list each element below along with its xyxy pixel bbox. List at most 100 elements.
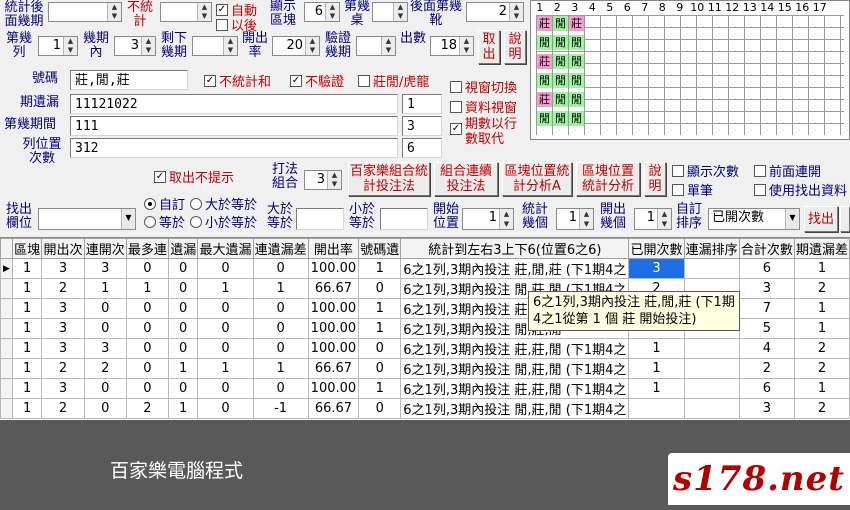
table-cell[interactable]: 1 (197, 278, 254, 299)
period-missing-num[interactable]: 1 (402, 94, 442, 114)
le-radio[interactable]: 小於等於 (190, 212, 257, 231)
column-header[interactable]: 統計到左右3上下6(位置6之6) (400, 238, 630, 259)
table-cell[interactable] (683, 258, 740, 279)
table-cell[interactable]: 0 (83, 298, 127, 319)
table-cell[interactable]: 1 (252, 358, 309, 379)
table-cell[interactable]: 2 (793, 358, 850, 379)
table-cell[interactable]: 3 (83, 338, 127, 359)
nth-period-input[interactable]: 111 (70, 116, 398, 136)
table-cell[interactable]: 7 (738, 298, 795, 319)
table-cell[interactable]: 6之1列,3期內投注 閒,莊,閒 (下1期4之 (400, 358, 630, 379)
column-header[interactable]: 開出率 (307, 238, 360, 259)
table-cell[interactable]: 2 (793, 398, 850, 419)
table-cell[interactable]: 0 (125, 358, 169, 379)
table-cell[interactable]: 6 (738, 258, 795, 279)
table-cell[interactable]: 0 (197, 398, 254, 419)
start-pos-spinner[interactable]: 1 ▲ ▼ (462, 208, 514, 230)
table-cell[interactable]: 3 (41, 318, 85, 339)
table-cell[interactable]: 0 (358, 338, 402, 359)
grid-cell[interactable]: 莊 (569, 16, 584, 31)
grid-cell[interactable]: 閒 (553, 92, 568, 107)
hide-prompt-checkbox[interactable]: ✓ 取出不提示 (154, 167, 234, 186)
table-cell[interactable]: 2 (41, 358, 85, 379)
table-row[interactable]: 1 3 3 0 0 0 0 100.00 0 6之1列,3期內投注 莊,莊,閒 (下1期4之 1 4 2 (0, 338, 850, 359)
table-cell[interactable]: 1 (358, 298, 402, 319)
table-cell[interactable]: 2 (738, 358, 795, 379)
table-row[interactable]: 1 3 0 0 0 0 0 100.00 1 6之1列,3期內投注 莊,莊,閒 (下1期4之 1 6 1 (0, 378, 850, 399)
table-row[interactable]: ▶ 1 3 3 0 0 0 0 100.00 1 6之1列,3期內投注 莊,閒,莊 (下1期4之 3 6… (0, 258, 850, 279)
table-cell[interactable]: 0 (252, 318, 309, 339)
column-header[interactable]: 連開次 (83, 238, 127, 259)
table-cell[interactable]: 1 (11, 298, 43, 319)
table-cell[interactable]: 0 (358, 278, 402, 299)
stat-after-periods-spinner[interactable]: ▲ ▼ (48, 2, 122, 22)
grid-cell[interactable]: 閒 (537, 35, 552, 50)
table-cell[interactable]: 1 (125, 278, 169, 299)
table-cell[interactable]: 1 (197, 358, 254, 379)
remaining-spinner[interactable]: ▲ ▼ (192, 36, 238, 56)
gt-eq-input[interactable] (296, 208, 344, 230)
grid-cell[interactable]: 閒 (537, 73, 552, 88)
grid-cell[interactable]: 閒 (553, 111, 568, 126)
column-header[interactable]: 開出次 (41, 238, 85, 259)
table-cell[interactable]: 2 (125, 398, 169, 419)
table-cell[interactable]: 0 (167, 278, 199, 299)
show-blocks-spinner[interactable]: 6 ▲ ▼ (304, 2, 340, 22)
table-cell[interactable]: 1 (793, 298, 850, 319)
use-find-checkbox[interactable]: 使用找出資料 (754, 180, 847, 199)
zhuang-xian-checkbox[interactable]: 莊閒/虎龍 (358, 71, 429, 90)
table-cell[interactable]: 1 (11, 338, 43, 359)
table-cell[interactable]: 3 (628, 258, 685, 279)
table-cell[interactable]: 1 (11, 258, 43, 279)
table-cell[interactable]: 6之1列,3期內投注 閒,莊,閒 (下1期4之 (400, 398, 630, 419)
col-pos-input[interactable]: 312 (70, 138, 398, 158)
column-header[interactable]: 區塊 (11, 238, 43, 259)
table-cell[interactable]: 1 (793, 378, 850, 399)
grid-cell[interactable]: 閒 (553, 35, 568, 50)
code-input[interactable]: 莊,閒,莊 (70, 70, 188, 90)
table-cell[interactable]: 0 (252, 298, 309, 319)
table-cell[interactable]: 3 (738, 278, 795, 299)
more-button[interactable] (840, 206, 850, 232)
combo-continuous-button[interactable]: 組合連續投注法 (434, 162, 498, 196)
nth-period-num[interactable]: 3 (402, 116, 442, 136)
table-cell[interactable]: 1 (793, 318, 850, 339)
table-cell[interactable]: 0 (83, 318, 127, 339)
grid-cell[interactable]: 閒 (553, 16, 568, 31)
find-button[interactable]: 找出 (804, 206, 838, 232)
open-periods-spinner[interactable]: 1 ▲ ▼ (634, 208, 672, 230)
sort-select[interactable]: 已開次數 ▼ (708, 208, 800, 230)
stat-count-spinner[interactable]: 1 ▲ ▼ (556, 208, 594, 230)
data-window-checkbox[interactable]: 資料視窗 (450, 97, 517, 116)
column-header[interactable]: 合計次數 (738, 238, 795, 259)
open-count-spinner[interactable]: 18 ▲ ▼ (430, 36, 474, 56)
table-cell[interactable]: 3 (83, 258, 127, 279)
exit-button[interactable]: 取出 (478, 30, 500, 64)
block-pos-a-button[interactable]: 區塊位置統計分析A (502, 162, 572, 196)
table-cell[interactable]: 0 (125, 338, 169, 359)
table-cell[interactable]: -1 (252, 398, 309, 419)
table-cell[interactable]: 2 (793, 338, 850, 359)
col-pos-num[interactable]: 6 (402, 138, 442, 158)
show-count-checkbox[interactable]: 顯示次數 (672, 161, 739, 180)
switch-window-checkbox[interactable]: 視窗切換 (450, 77, 517, 96)
table-cell[interactable] (683, 338, 740, 359)
table-cell[interactable]: 0 (197, 378, 254, 399)
result-grid[interactable]: 1 2 3 4 5 6 7 8 9 10 11 12 13 14 15 16 17 莊閒莊閒閒閒莊閒閒閒閒閒莊閒… (530, 0, 850, 140)
table-cell[interactable]: 3 (738, 398, 795, 419)
table-cell[interactable]: 1 (358, 378, 402, 399)
table-cell[interactable] (683, 358, 740, 379)
table-cell[interactable]: 6之1列,3期內投注 莊,閒,莊 (下1期4之 (400, 258, 630, 279)
table-cell[interactable]: 66.67 (307, 398, 360, 419)
table-cell[interactable]: 6 (738, 378, 795, 399)
table-cell[interactable]: 2 (41, 398, 85, 419)
grid-cell[interactable]: 莊 (537, 16, 552, 31)
table-cell[interactable]: 0 (83, 398, 127, 419)
table-cell[interactable]: 6之1列,3期內投注 莊,莊,閒 (下1期4之 (400, 338, 630, 359)
ge-radio[interactable]: 大於等於 (190, 194, 257, 213)
prev-link-checkbox[interactable]: 前面連開 (754, 161, 821, 180)
table-cell[interactable]: 0 (197, 298, 254, 319)
table-cell[interactable]: 1 (628, 338, 685, 359)
column-header[interactable]: 期遺漏差 (793, 238, 850, 259)
grid-cell[interactable]: 閒 (569, 73, 584, 88)
